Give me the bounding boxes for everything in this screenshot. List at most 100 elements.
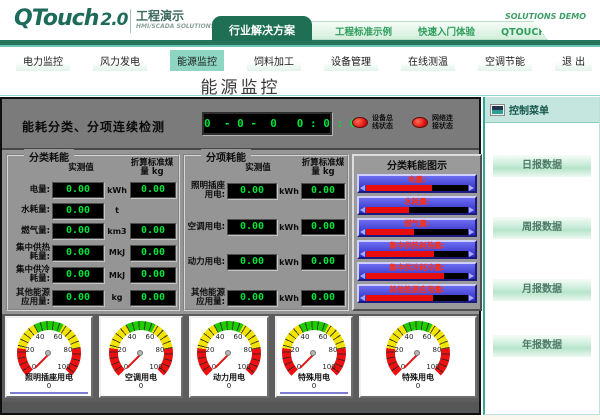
row-label: 其他能源应用量: [187, 289, 227, 307]
table-row: 照明插座用电: 0.00 kWh 0.00 [187, 182, 345, 200]
yearly-report-button[interactable]: 年报数据 [493, 335, 591, 357]
bar-gauge-label: 其他能源应用量: [359, 286, 475, 294]
weekly-report-button[interactable]: 周报数据 [493, 217, 591, 239]
bar-fill [366, 229, 414, 235]
logo-version: 2.0 [100, 10, 127, 30]
table-row: 空调用电: 0.00 kWh 0.00 [187, 219, 345, 235]
indicator-label: 接状态 [432, 122, 453, 130]
bar-gauge-label: 集中供冷耗冷量: [359, 264, 475, 272]
bar-gauge-other[interactable]: 其他能源应用量: [357, 284, 477, 303]
gauge-tick-label: 20 [206, 346, 215, 354]
bar-track [366, 273, 468, 279]
gauge-tick-label: 60 [319, 333, 328, 341]
gauge-underline [280, 392, 348, 394]
gauge-tick-label: 80 [433, 346, 442, 354]
chart-panel-title: 分类耗能图示 [354, 157, 480, 172]
gauge-tick-label: 20 [395, 346, 404, 354]
table-row: 动力用电: 0.00 kWh 0.00 [187, 254, 345, 270]
gauge-value: 0 [361, 382, 475, 390]
nav-item-power-monitoring[interactable]: 电力监控 [16, 50, 70, 71]
arrow-right-icon[interactable] [469, 273, 474, 279]
nav-item-wind-power[interactable]: 风力发电 [93, 50, 147, 71]
solutions-demo-label: SOLUTIONS DEMO [505, 12, 586, 21]
gauge-tick-label: 100 [237, 363, 250, 371]
arrow-left-icon[interactable] [360, 185, 365, 191]
gauge-underline [10, 392, 88, 394]
indicator-label: 线状态 [372, 122, 393, 130]
table-row: 电量: 0.00 kWh 0.00 [10, 182, 176, 198]
tab-industry-solutions[interactable]: 行业解决方案 [212, 16, 312, 41]
gauge-tick-label: 40 [405, 333, 414, 341]
gauge-tick-label: 100 [426, 363, 439, 371]
led-display: 0.00 [130, 245, 176, 261]
arrow-right-icon[interactable] [469, 251, 474, 257]
gauge-tick-label: 60 [234, 333, 243, 341]
led-display: 0.00 [52, 245, 104, 261]
network-status-indicator: 网络连接状态 [412, 114, 453, 130]
bar-gauge-cooling[interactable]: 集中供冷耗冷量: [357, 262, 477, 281]
arrow-right-icon[interactable] [469, 295, 474, 301]
arrow-left-icon[interactable] [360, 229, 365, 235]
led-display: 0.00 [227, 290, 277, 306]
bar-track [366, 251, 468, 257]
arrow-left-icon[interactable] [360, 251, 365, 257]
bar-gauge-gas[interactable]: 燃气量: [357, 218, 477, 237]
nav-item-hvac-saving[interactable]: 空调节能 [478, 50, 532, 71]
monitor-banner: 能耗分类、分项连续检测 0 - 0 - 0 0 : 0 : 0 设备总线状态 网… [2, 99, 479, 150]
monthly-report-button[interactable]: 月报数据 [493, 279, 591, 301]
logo-text: QTouch [14, 6, 98, 31]
arrow-left-icon[interactable] [360, 295, 365, 301]
control-menu-header: 控制菜单 [485, 97, 599, 123]
bar-fill [366, 207, 409, 213]
arrow-right-icon[interactable] [469, 185, 474, 191]
bar-gauge-heating[interactable]: 集中供热耗热量: [357, 240, 477, 259]
column-header-measured: 实测值 [233, 164, 283, 173]
gauge-tick-label: 100 [57, 363, 70, 371]
gauge-tick-label: 40 [36, 333, 45, 341]
daily-report-button[interactable]: 日报数据 [493, 155, 591, 177]
bar-gauge-electricity[interactable]: 电量: [357, 174, 477, 193]
arrow-right-icon[interactable] [469, 229, 474, 235]
arrow-right-icon[interactable] [469, 207, 474, 213]
gauge-hub [225, 350, 231, 356]
qtouch-logo: QTouch2.0 [14, 6, 127, 31]
gauge-tick-label: 40 [301, 333, 310, 341]
bar-fill [366, 185, 432, 191]
gauge-value: 0 [101, 382, 181, 390]
led-display: 0.00 [227, 183, 277, 199]
nav-item-energy-monitoring[interactable]: 能源监控 [170, 50, 224, 71]
bar-track [366, 229, 468, 235]
gauge-hub [310, 350, 316, 356]
nav-item-exit[interactable]: 退 出 [555, 50, 592, 71]
tab-quick-start[interactable]: 快速入门体验 [418, 24, 475, 38]
bar-gauge-water[interactable]: 水耗量: [357, 196, 477, 215]
main-top-line [0, 95, 600, 96]
gauge-tick-label: 100 [149, 363, 162, 371]
gauge-tick-label: 60 [146, 333, 155, 341]
gauge-tick-label: 80 [329, 346, 338, 354]
gauge-value: 0 [277, 382, 351, 390]
gauge-tick-label: 20 [291, 346, 300, 354]
gauge-lighting: 0 20 40 60 80 100 照明插座用电 0 [5, 316, 93, 398]
gauge-tick-label: 20 [118, 346, 127, 354]
arrow-left-icon[interactable] [360, 207, 365, 213]
panel-legend: 分项耗能 [201, 149, 251, 164]
gauge-hub [45, 350, 51, 356]
logo-subtitle: 工程演示 [136, 7, 184, 24]
bar-gauge-label: 水耗量: [359, 198, 475, 206]
led-display: 0.00 [52, 223, 104, 239]
gauge-tick-label: 80 [244, 346, 253, 354]
arrow-left-icon[interactable] [360, 273, 365, 279]
itemized-consumption-panel: 分项耗能 实测值 折算标准煤量 kg 照明插座用电: 0.00 kWh 0.00… [183, 154, 349, 311]
led-display: 0.00 [130, 267, 176, 283]
nav-item-device-management[interactable]: 设备管理 [324, 50, 378, 71]
device-bus-status-indicator: 设备总线状态 [352, 114, 393, 130]
nav-item-feed-processing[interactable]: 饲料加工 [247, 50, 301, 71]
led-display: 0.00 [301, 183, 345, 199]
status-lamp-icon [412, 117, 428, 128]
led-display: 0.00 [52, 203, 104, 219]
tab-engineering-standard[interactable]: 工程标准示例 [335, 24, 392, 38]
led-display: 0.00 [52, 182, 104, 198]
nav-item-online-temperature[interactable]: 在线测温 [401, 50, 455, 71]
column-header-coal: 折算标准煤量 kg [130, 159, 174, 177]
